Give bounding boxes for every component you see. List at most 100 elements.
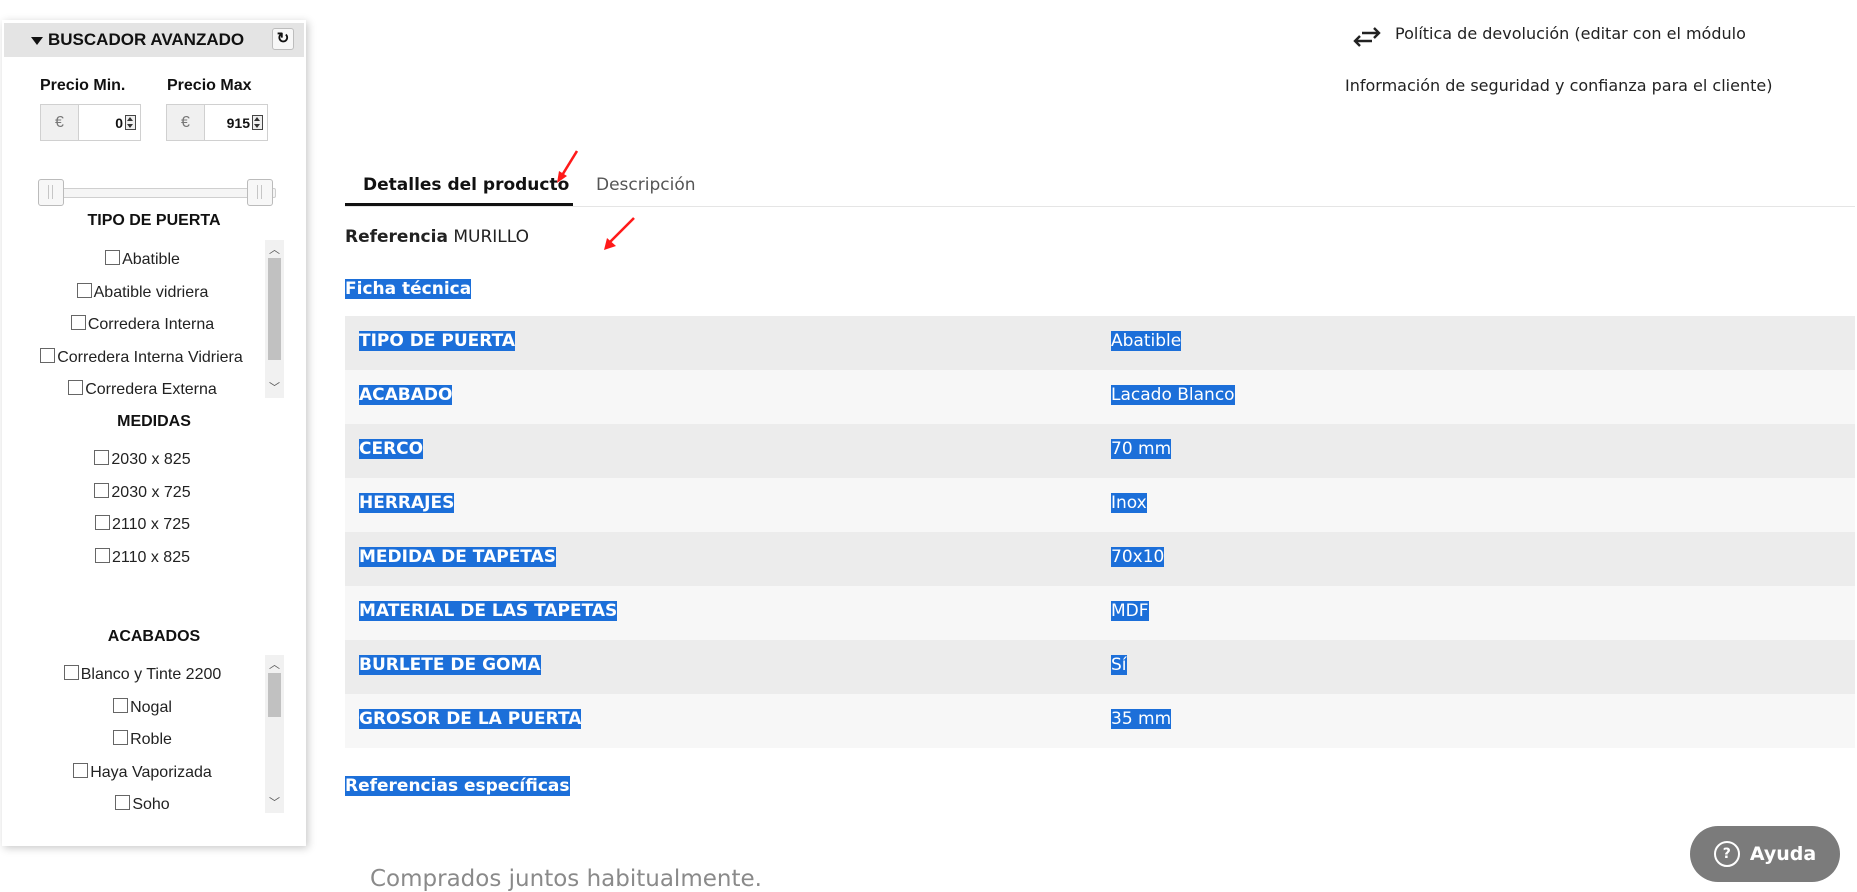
feature-value: MDF — [1111, 601, 1149, 621]
filter-option[interactable]: Abatible — [20, 250, 265, 269]
filter-option[interactable]: Blanco y Tinte 2200 — [20, 665, 265, 684]
tipo-puerta-title: TIPO DE PUERTA — [87, 212, 221, 229]
currency-addon: € — [41, 105, 79, 140]
feature-value: 35 mm — [1111, 709, 1172, 729]
checkbox[interactable] — [40, 348, 56, 363]
help-button[interactable]: ? Ayuda — [1690, 826, 1840, 882]
features-table: TIPO DE PUERTA Abatible ACABADO Lacado Bla… — [345, 316, 1855, 748]
filter-option[interactable]: Corredera Interna — [20, 315, 265, 334]
filter-option[interactable]: Corredera Externa — [20, 380, 265, 399]
price-max-value: 915 — [226, 114, 250, 131]
spinner-icon[interactable] — [125, 115, 136, 130]
help-label: Ayuda — [1749, 843, 1817, 865]
feature-value: 70x10 — [1111, 547, 1165, 567]
scroll-thumb[interactable] — [268, 258, 281, 360]
scroll-down-icon[interactable]: ﹀ — [265, 382, 284, 394]
price-min-handle[interactable] — [38, 179, 64, 206]
filter-option-label: Corredera Interna — [87, 316, 215, 333]
filter-option-label: Haya Vaporizada — [90, 764, 212, 781]
filter-option[interactable]: 2030 x 725 — [20, 483, 265, 502]
feature-name: MEDIDA DE TAPETAS — [359, 547, 556, 567]
return-policy-text: Política de devolución (editar con el mó… — [1395, 24, 1746, 43]
checkbox[interactable] — [76, 283, 92, 298]
filter-option[interactable]: 2030 x 825 — [20, 450, 265, 469]
price-max-handle[interactable] — [247, 179, 273, 206]
filter-option[interactable]: Nogal — [20, 698, 265, 717]
filter-option[interactable]: Haya Vaporizada — [20, 763, 265, 782]
spinner-icon[interactable] — [252, 115, 263, 130]
filter-option[interactable]: Abatible vidriera — [20, 283, 265, 302]
price-min-input[interactable]: € 0 — [40, 104, 141, 141]
checkbox[interactable] — [63, 665, 79, 680]
acabados-scrollbar[interactable]: ︿ ﹀ — [265, 655, 284, 813]
filter-option-label: 2030 x 725 — [111, 484, 191, 501]
feature-value: Sí — [1111, 655, 1127, 675]
bought-together-heading: Comprados juntos habitualmente. — [370, 866, 762, 892]
medidas-list: 2030 x 825 2030 x 725 2110 x 725 2110 x … — [20, 450, 284, 585]
checkbox[interactable] — [68, 380, 84, 395]
filter-option-label: Nogal — [130, 699, 172, 716]
filter-option[interactable]: 2110 x 725 — [20, 515, 265, 534]
filter-option-label: 2110 x 725 — [112, 516, 190, 533]
filter-option-label: Roble — [130, 731, 172, 748]
checkbox[interactable] — [105, 250, 121, 265]
price-min-value-wrap[interactable]: 0 — [79, 105, 140, 140]
scroll-up-icon[interactable]: ︿ — [265, 244, 284, 256]
checkbox[interactable] — [95, 515, 110, 530]
scroll-thumb[interactable] — [268, 673, 281, 717]
checkbox[interactable] — [113, 698, 129, 713]
filter-option-label: 2110 x 825 — [112, 549, 190, 566]
filter-option[interactable]: Corredera Interna Vidriera — [20, 348, 279, 367]
filter-option[interactable]: 2110 x 825 — [20, 548, 265, 567]
filter-option-label: Blanco y Tinte 2200 — [80, 666, 222, 683]
filter-option-label: Abatible — [122, 251, 180, 268]
price-range-slider[interactable] — [42, 188, 276, 198]
feature-name: GROSOR DE LA PUERTA — [359, 709, 582, 729]
feature-value: Abatible — [1111, 331, 1182, 351]
scroll-down-icon[interactable]: ﹀ — [265, 797, 284, 809]
feature-name: HERRAJES — [359, 493, 455, 513]
active-tab-underline — [345, 203, 573, 206]
feature-name: BURLETE DE GOMA — [359, 655, 541, 675]
checkbox[interactable] — [94, 450, 110, 465]
filter-icon — [31, 37, 43, 45]
price-max-label: Precio Max — [167, 77, 252, 94]
advanced-search-panel: BUSCADOR AVANZADO ↻ Precio Min. Precio M… — [2, 20, 306, 846]
filter-option-label: Corredera Externa — [85, 381, 217, 398]
reference-line: Referencia MURILLO — [345, 227, 529, 247]
reference-value: MURILLO — [453, 227, 530, 247]
checkbox[interactable] — [113, 730, 129, 745]
tipo-puerta-list: Abatible Abatible vidriera Corredera Int… — [20, 240, 284, 400]
annotation-arrow-icon — [604, 217, 635, 250]
checkbox[interactable] — [70, 315, 86, 330]
table-row: MATERIAL DE LAS TAPETAS MDF — [345, 586, 1855, 640]
checkbox[interactable] — [94, 483, 110, 498]
refresh-button[interactable]: ↻ — [272, 28, 294, 50]
price-min-value: 0 — [115, 114, 123, 131]
advanced-search-header: BUSCADOR AVANZADO ↻ — [4, 23, 304, 57]
checkbox[interactable] — [73, 763, 89, 778]
tab-description[interactable]: Descripción — [596, 175, 696, 195]
filter-option[interactable]: Soho — [20, 795, 265, 814]
table-row: MEDIDA DE TAPETAS 70x10 — [345, 532, 1855, 586]
feature-name: CERCO — [359, 439, 424, 459]
scroll-up-icon[interactable]: ︿ — [265, 659, 284, 671]
help-icon: ? — [1713, 841, 1740, 867]
security-info-text: Información de seguridad y confianza par… — [1345, 76, 1773, 95]
checkbox[interactable] — [95, 548, 110, 563]
tipo-puerta-scrollbar[interactable]: ︿ ﹀ — [265, 240, 284, 398]
annotation-arrow-icon — [557, 150, 579, 183]
filter-option-label: Soho — [132, 796, 170, 813]
tab-product-details[interactable]: Detalles del producto — [363, 175, 569, 195]
filter-option-label: Abatible vidriera — [93, 284, 209, 301]
advanced-search-title: BUSCADOR AVANZADO — [48, 30, 245, 49]
filter-option[interactable]: Roble — [20, 730, 265, 749]
feature-value: Inox — [1111, 493, 1147, 513]
checkbox[interactable] — [115, 795, 131, 810]
price-max-value-wrap[interactable]: 915 — [205, 105, 267, 140]
table-row: GROSOR DE LA PUERTA 35 mm — [345, 694, 1855, 748]
feature-name: ACABADO — [359, 385, 453, 405]
price-max-input[interactable]: € 915 — [166, 104, 268, 141]
feature-name: TIPO DE PUERTA — [359, 331, 516, 351]
table-row: HERRAJES Inox — [345, 478, 1855, 532]
